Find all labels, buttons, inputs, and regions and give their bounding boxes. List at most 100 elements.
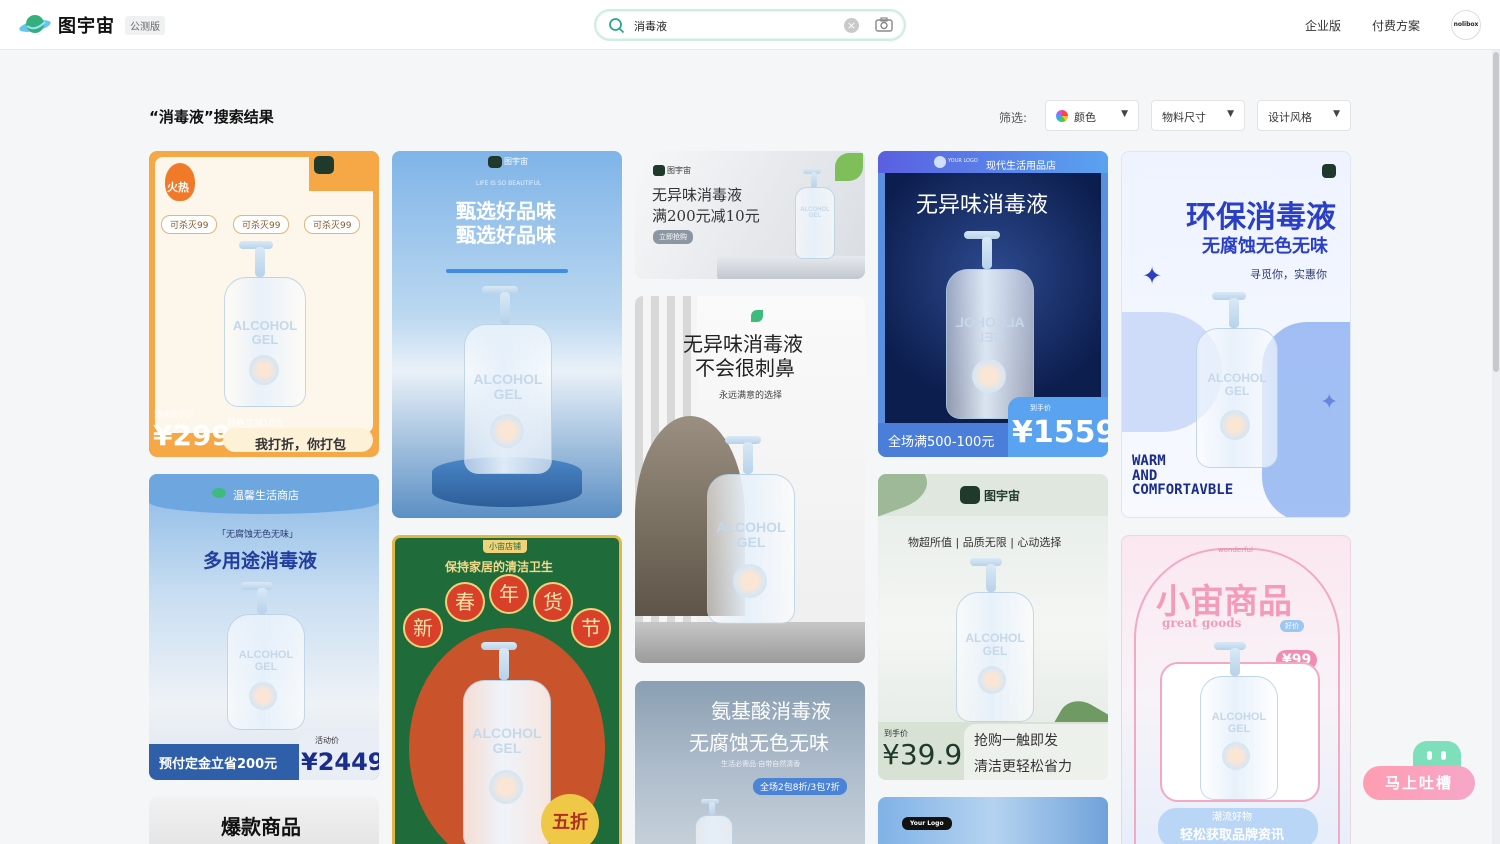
template-card[interactable]: 小宙店铺 保持家居的清洁卫生 新 春 年 货 节 ALCOHOL GEL 五折 xyxy=(392,535,622,844)
card-footer-text: WARM AND COMFORTAVBLE xyxy=(1132,453,1234,499)
template-card[interactable]: 图宇宙 无异味消毒液 满200元减10元 立即抢购 ALCOHOL GEL xyxy=(635,151,865,279)
festival-char: 新 xyxy=(403,608,443,648)
app-name: 图宇宙 xyxy=(58,16,115,37)
card-caption: 物超所值 | 品质无限 | 心动选择 xyxy=(908,536,1062,549)
tagline: LIFE IS SO BEAUTIFUL xyxy=(476,180,542,187)
bottle-label-text: ALCOHOL xyxy=(716,519,786,535)
camera-icon[interactable] xyxy=(874,16,894,34)
bottle-image xyxy=(695,799,735,844)
card-title: 氨基酸消毒液 xyxy=(711,699,831,723)
footer-label: 潮流好物 xyxy=(1212,812,1252,823)
bottle-label-text: GEL xyxy=(808,213,822,220)
card-title: 环保消毒液 xyxy=(1186,200,1336,235)
bottle-label-text: GEL xyxy=(982,643,1008,658)
card-caption: 生活必需品·自带自然清香 xyxy=(721,760,801,768)
brand-text: YOUR LOGO xyxy=(948,158,978,164)
feedback-button[interactable]: 马上吐槽 xyxy=(1363,766,1475,800)
size-filter-label: 物料尺寸 xyxy=(1162,111,1206,124)
avatar[interactable]: nolibox xyxy=(1451,10,1481,40)
brand-text: 图宇宙 xyxy=(504,157,528,166)
results-title: “消毒液”搜索结果 xyxy=(149,108,274,126)
store-name: 小宙店铺 xyxy=(483,540,527,553)
template-card[interactable]: YOUR LOGO 现代生活用品店 无异味消毒液 ALCOHOL GEL 全场满5… xyxy=(878,151,1108,457)
card-title: 不会很刺鼻 xyxy=(695,356,795,380)
template-card[interactable]: 爆款商品 xyxy=(149,797,379,844)
template-card[interactable]: 温馨生活商店 「无腐蚀无色无味」 多用途消毒液 ALCOHOL GEL 预付定金立… xyxy=(149,474,379,780)
bottle-label-text: GEL xyxy=(493,385,523,402)
footer-caption: 轻松获取品牌资讯 xyxy=(1180,828,1285,843)
color-filter[interactable]: 颜色 ▼ xyxy=(1045,100,1139,131)
price: ¥1559 xyxy=(1012,415,1108,450)
price-caption: 到手价 xyxy=(1030,404,1051,412)
brand-text: wonderful xyxy=(1218,546,1253,554)
logo[interactable]: 图宇宙 公测版 xyxy=(18,12,165,38)
price-caption: 活动价 xyxy=(315,736,339,745)
card-caption: 永远满意的选择 xyxy=(719,391,783,401)
coupon-text: 领券立减10元 xyxy=(227,419,284,429)
card-title: 满200元减10元 xyxy=(652,207,760,225)
size-filter[interactable]: 物料尺寸 ▼ xyxy=(1151,100,1245,131)
slogan: 我打折，你打包 xyxy=(255,438,347,453)
brand-text: Your Logo xyxy=(902,817,952,830)
price: ¥2449 xyxy=(301,748,379,776)
feature-chip: 可杀灭99 xyxy=(233,215,290,234)
scrollbar-thumb[interactable] xyxy=(1493,52,1499,372)
card-subtitle: 无腐蚀无色无味 xyxy=(689,731,829,755)
bottle-label-text: GEL xyxy=(975,328,1005,345)
brand-text: 图宇宙 xyxy=(667,166,691,175)
feature-chip: 可杀灭99 xyxy=(161,215,218,234)
bottle-image: ALCOHOL GEL xyxy=(1196,642,1282,802)
bottle-image: ALCOHOL GEL xyxy=(459,642,555,844)
search-input[interactable]: 消毒液 xyxy=(634,18,667,34)
price: ¥299 xyxy=(153,419,231,452)
sparkle-icon: ✦ xyxy=(1142,262,1163,290)
bottle-label-text: GEL xyxy=(1224,383,1250,398)
bottle-label-text: GEL xyxy=(254,660,278,673)
template-card[interactable]: 图宇宙 LIFE IS SO BEAUTIFUL 甄选好品味 甄选好品味 ALC… xyxy=(392,151,622,518)
enterprise-link[interactable]: 企业版 xyxy=(1305,17,1341,34)
bottle-label-text: ALCOHOL xyxy=(238,649,294,661)
card-title: 甄选好品味 xyxy=(456,223,556,247)
slogan: 抢购一触即发 xyxy=(974,733,1058,749)
chevron-down-icon: ▼ xyxy=(1227,109,1234,119)
card-title: 保持家居的清洁卫生 xyxy=(445,560,554,574)
template-card[interactable]: 环保消毒液 无腐蚀无色无味 寻觅你，实惠你 ✦ ✦ ALCOHOLGEL WAR… xyxy=(1121,151,1351,518)
color-filter-label: 颜色 xyxy=(1074,111,1096,124)
bottle-image: ALCOHOL GEL xyxy=(1192,292,1282,472)
hot-label: 火热 xyxy=(167,181,189,194)
style-filter[interactable]: 设计风格 ▼ xyxy=(1257,100,1351,131)
clear-search-icon[interactable]: × xyxy=(844,18,859,33)
template-card[interactable]: Your Logo xyxy=(878,797,1108,844)
buy-button[interactable]: 立即抢购 xyxy=(653,230,693,244)
promo-text: 全场2包8折/3包7折 xyxy=(753,778,847,795)
bottle-image: ALCOHOL GEL xyxy=(219,241,309,411)
card-subtitle: 无腐蚀无色无味 xyxy=(1202,236,1328,257)
template-card[interactable]: wonderful 小宙商品 great goods 好价 ¥99 ALCOHO… xyxy=(1121,535,1351,844)
bottle-image: ALCOHOL GEL xyxy=(703,436,799,626)
template-card[interactable]: 图宇宙 物超所值 | 品质无限 | 心动选择 ALCOHOL GEL 到手价 ¥3… xyxy=(878,474,1108,780)
bottle-label-text: GEL xyxy=(736,533,766,550)
filter-label: 筛选: xyxy=(999,111,1028,125)
chevron-down-icon: ▼ xyxy=(1121,109,1128,119)
bottle-label-text: ALCOHOL xyxy=(473,371,543,387)
festival-char: 货 xyxy=(533,582,573,622)
store-name: 现代生活用品店 xyxy=(986,161,1056,172)
bottle-label-text: GEL xyxy=(1227,722,1251,735)
search-bar[interactable]: 消毒液 × xyxy=(594,9,906,41)
bottle-label-text: ALCOHOL xyxy=(955,314,1025,330)
feature-chip: 可杀灭99 xyxy=(304,215,361,234)
template-card[interactable]: 火热 可杀灭99 可杀灭99 可杀灭99 ALCOHOL GEL 活动到手价 ¥2… xyxy=(149,151,379,457)
beta-badge: 公测版 xyxy=(125,15,165,35)
style-filter-label: 设计风格 xyxy=(1268,111,1312,124)
search-icon xyxy=(609,18,625,34)
bottle-image: ALCOHOL GEL xyxy=(223,582,309,732)
pricing-link[interactable]: 付费方案 xyxy=(1372,17,1420,34)
discount-badge: 五折 xyxy=(541,794,599,844)
card-title: 爆款商品 xyxy=(221,815,301,839)
template-card[interactable]: 无异味消毒液 不会很刺鼻 永远满意的选择 ALCOHOL GEL xyxy=(635,296,865,663)
top-bar: 图宇宙 公测版 消毒液 × 企业版 付费方案 nolibox xyxy=(0,0,1500,50)
promo-text: 全场满500-100元 xyxy=(888,435,995,450)
planet-logo-icon xyxy=(19,15,51,33)
bottle-label-text: ALCOHOL xyxy=(1211,711,1267,723)
template-card[interactable]: 氨基酸消毒液 无腐蚀无色无味 生活必需品·自带自然清香 全场2包8折/3包7折 xyxy=(635,681,865,844)
